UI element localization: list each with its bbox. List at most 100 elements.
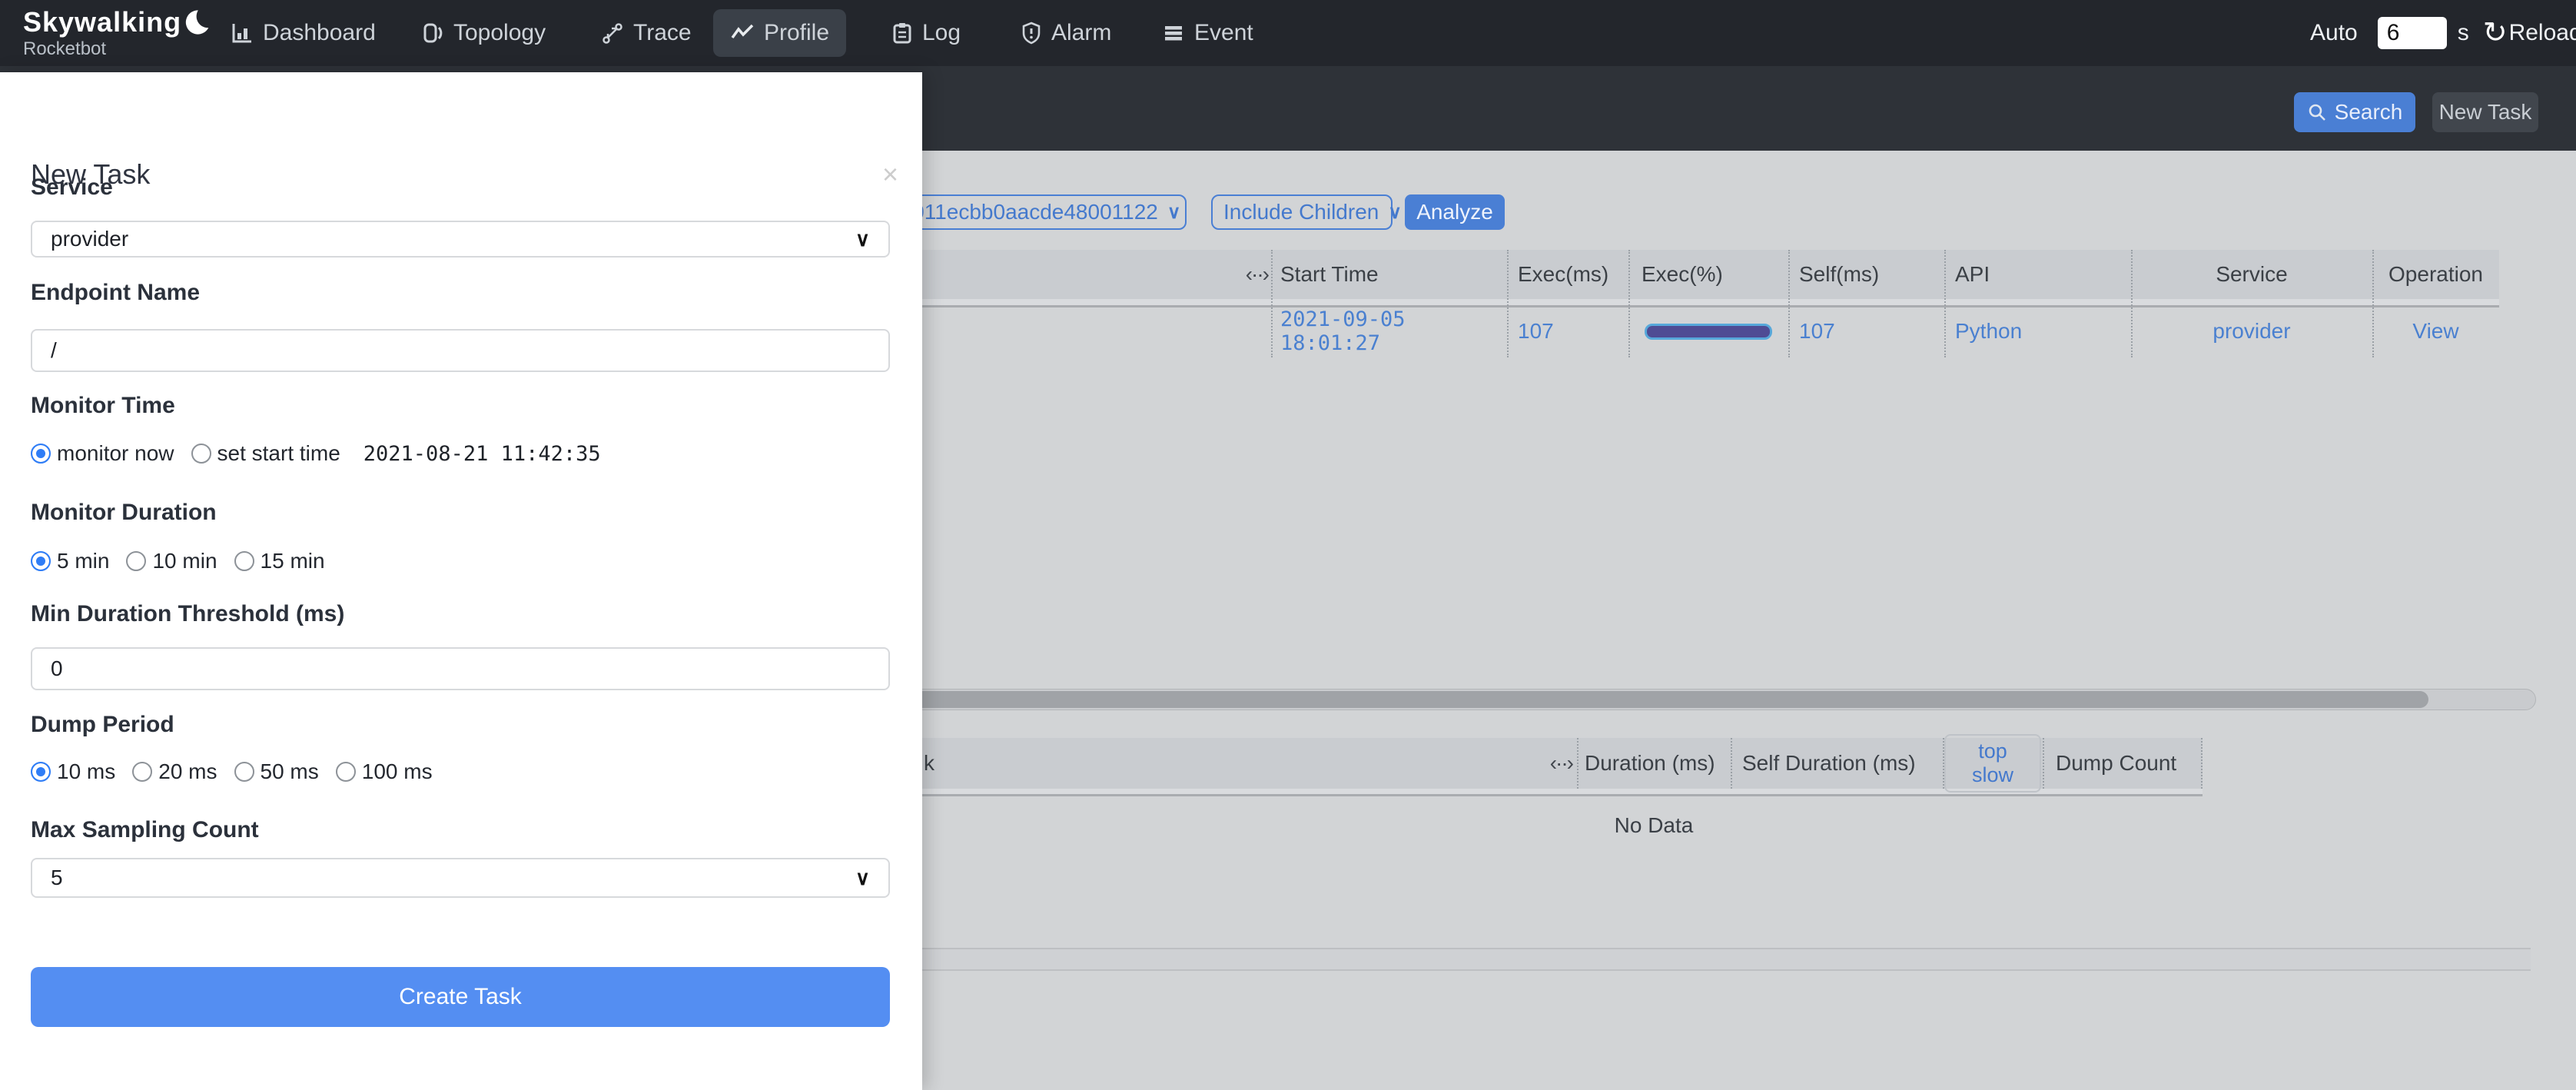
- reload-label[interactable]: Reload: [2509, 20, 2576, 46]
- dump-50ms-radio[interactable]: [234, 762, 254, 782]
- endpoint-name-label: Endpoint Name: [31, 280, 200, 306]
- duration-15min-radio[interactable]: [234, 551, 254, 571]
- column-separator: [1944, 250, 1946, 357]
- duration-10min-radio[interactable]: [126, 551, 146, 571]
- set-start-time-radio[interactable]: [191, 444, 211, 464]
- create-task-button[interactable]: Create Task: [31, 967, 890, 1027]
- resize-columns-icon[interactable]: ‹··›: [1506, 739, 1572, 788]
- dump-10ms-label[interactable]: 10 ms: [57, 759, 115, 784]
- include-children-label: Include Children: [1223, 200, 1379, 224]
- top-slow-button[interactable]: top slow: [1944, 734, 2041, 793]
- chevron-down-icon: ∨: [1167, 201, 1181, 224]
- row-self-ms: 107: [1799, 307, 1941, 355]
- nav-label: Dashboard: [263, 20, 376, 46]
- dump-20ms-radio[interactable]: [132, 762, 152, 782]
- reload-icon[interactable]: ↻: [2483, 18, 2508, 48]
- log-clipboard-icon: [891, 22, 913, 45]
- resize-columns-icon[interactable]: ‹··›: [1199, 250, 1268, 299]
- max-sampling-value: 5: [51, 866, 63, 890]
- dump-10ms-radio[interactable]: [31, 762, 51, 782]
- row-start-time: 2021-09-05 18:01:27: [1280, 307, 1503, 355]
- nav-item-dashboard[interactable]: Dashboard: [231, 0, 376, 66]
- create-task-label: Create Task: [399, 984, 522, 1010]
- monitor-duration-radio-group: 5 min 10 min 15 min: [31, 549, 342, 573]
- dump-100ms-label[interactable]: 100 ms: [362, 759, 433, 784]
- nav-label: Alarm: [1051, 20, 1111, 46]
- monitor-now-radio[interactable]: [31, 444, 51, 464]
- row-service: provider: [2131, 307, 2372, 355]
- min-threshold-input[interactable]: 0: [31, 647, 890, 690]
- nav-item-topology[interactable]: Topology: [421, 0, 546, 66]
- search-button[interactable]: Search: [2294, 92, 2415, 132]
- include-children-select[interactable]: Include Children ∨: [1211, 194, 1393, 230]
- new-task-button[interactable]: New Task: [2432, 92, 2538, 132]
- duration-15min-label[interactable]: 15 min: [261, 549, 325, 573]
- duration-10min-label[interactable]: 10 min: [152, 549, 217, 573]
- monitor-now-label[interactable]: monitor now: [57, 441, 174, 466]
- max-sampling-label: Max Sampling Count: [31, 817, 259, 843]
- service-label: Service: [31, 174, 113, 201]
- endpoint-name-input[interactable]: /: [31, 329, 890, 372]
- dump-50ms-label[interactable]: 50 ms: [261, 759, 319, 784]
- nav-label: Log: [922, 20, 961, 46]
- nav-label: Event: [1194, 20, 1253, 46]
- col-api: API: [1955, 250, 2128, 299]
- duration-5min-radio[interactable]: [31, 551, 51, 571]
- col-exec-pct: Exec(%): [1642, 250, 1784, 299]
- view-link[interactable]: View: [2372, 307, 2499, 355]
- dump-period-label: Dump Period: [31, 712, 174, 738]
- logo-title: Skywalking: [23, 6, 181, 38]
- column-separator: [1788, 250, 1790, 357]
- alarm-shield-icon: [1021, 22, 1042, 45]
- start-time-value[interactable]: 2021-08-21 11:42:35: [363, 442, 601, 466]
- auto-interval-input[interactable]: [2378, 17, 2447, 49]
- profile-pulse-icon: [730, 22, 755, 45]
- dump-20ms-label[interactable]: 20 ms: [158, 759, 217, 784]
- col-duration: Duration (ms): [1585, 739, 1728, 788]
- set-start-time-label[interactable]: set start time: [217, 441, 340, 466]
- min-threshold-label: Min Duration Threshold (ms): [31, 601, 344, 627]
- nav-label: Topology: [453, 20, 546, 46]
- top-navbar: Skywalking Rocketbot Dashboard Topology: [0, 0, 2576, 66]
- new-task-button-label: New Task: [2439, 100, 2532, 125]
- monitor-time-radio-group: monitor now set start time 2021-08-21 11…: [31, 441, 601, 466]
- trace-segment-select[interactable]: e3011ecbb0aacde48001122 ∨: [876, 194, 1187, 230]
- max-sampling-select[interactable]: 5 ∨: [31, 858, 890, 898]
- column-separator: [1271, 250, 1273, 357]
- stack-column-fragment: k: [924, 739, 954, 788]
- trace-branch-icon: [601, 22, 624, 45]
- logo-subtitle: Rocketbot: [23, 38, 209, 60]
- col-dump-count: Dump Count: [2056, 739, 2194, 788]
- nav-label: Trace: [633, 20, 692, 46]
- app-logo[interactable]: Skywalking Rocketbot: [23, 6, 209, 60]
- col-service: Service: [2131, 250, 2372, 299]
- min-threshold-value: 0: [51, 656, 63, 681]
- col-exec-ms: Exec(ms): [1518, 250, 1625, 299]
- new-task-modal: New Task × Service provider ∨ Endpoint N…: [0, 72, 922, 1090]
- dump-period-radio-group: 10 ms 20 ms 50 ms 100 ms: [31, 759, 450, 784]
- column-separator: [1943, 738, 1944, 789]
- column-separator: [1507, 250, 1509, 357]
- nav-item-trace[interactable]: Trace: [601, 0, 692, 66]
- analyze-button-label: Analyze: [1416, 200, 1493, 224]
- nav-item-alarm[interactable]: Alarm: [1021, 0, 1111, 66]
- row-exec-ms: 107: [1518, 307, 1625, 355]
- close-icon[interactable]: ×: [882, 158, 898, 191]
- col-operation: Operation: [2372, 250, 2499, 299]
- service-select[interactable]: provider ∨: [31, 221, 890, 258]
- monitor-time-label: Monitor Time: [31, 393, 175, 419]
- search-button-label: Search: [2335, 100, 2403, 125]
- duration-5min-label[interactable]: 5 min: [57, 549, 109, 573]
- monitor-duration-label: Monitor Duration: [31, 500, 217, 526]
- row-api: Python: [1955, 307, 2128, 355]
- skywalking-profile-page: Skywalking Rocketbot Dashboard Topology: [0, 0, 2576, 1090]
- event-list-icon: [1162, 22, 1185, 45]
- nav-item-log[interactable]: Log: [891, 0, 961, 66]
- chevron-down-icon: ∨: [1388, 201, 1402, 224]
- dump-100ms-radio[interactable]: [336, 762, 356, 782]
- seconds-unit: s: [2458, 20, 2469, 46]
- nav-item-profile[interactable]: Profile: [713, 9, 846, 57]
- nav-item-event[interactable]: Event: [1162, 0, 1253, 66]
- column-separator: [1731, 738, 1732, 789]
- analyze-button[interactable]: Analyze: [1405, 194, 1505, 230]
